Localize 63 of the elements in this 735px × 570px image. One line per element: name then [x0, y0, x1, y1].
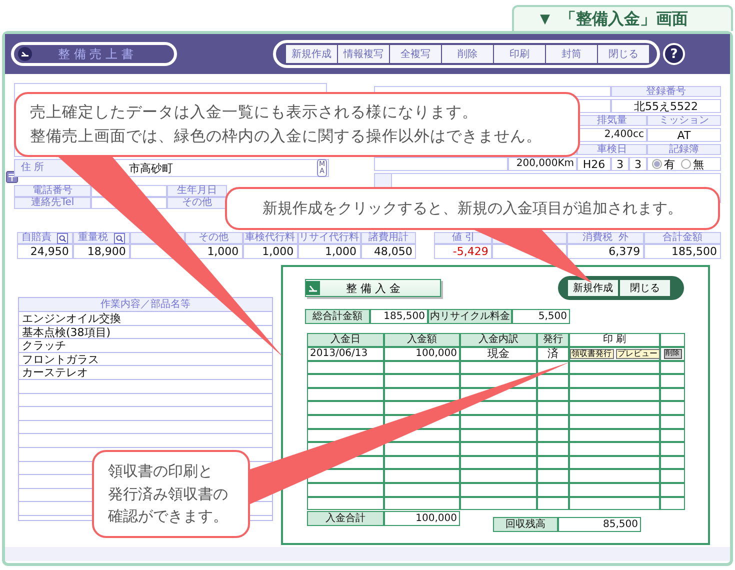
window-title: 整 備 売 上 書: [58, 46, 134, 62]
cost-value: 6,379: [567, 244, 644, 259]
cost-value: 1,000: [298, 244, 361, 259]
cost-label: その他: [198, 233, 229, 243]
tax-tag: 外: [618, 233, 629, 243]
cost-label: 自賠責: [21, 233, 52, 243]
payment-sum-value: 100,000: [384, 511, 460, 526]
total-value: 185,500: [370, 309, 428, 324]
transmission-value: AT: [647, 128, 721, 142]
cost-label: 合計金額: [662, 233, 703, 243]
callout-text: 確認ができます。: [108, 506, 228, 528]
other-label: その他: [167, 197, 227, 209]
cost-value: 48,050: [360, 244, 416, 259]
cost-label: 車検代行料: [245, 233, 296, 243]
triangle-marker: ▼: [540, 12, 550, 26]
amount-cell: 100,000: [384, 347, 460, 361]
record-label: 記録簿: [647, 144, 721, 155]
column-header: 入金額: [384, 333, 460, 347]
callout-text: 新規作成をクリックすると、新規の入金項目が追加されます。: [262, 199, 682, 218]
inspection-month: 3: [611, 157, 629, 171]
cost-label: リサイ代行料: [299, 233, 360, 243]
cost-label: 消費税: [582, 233, 613, 243]
panel-title-text: 整 備 入 金: [346, 280, 400, 296]
screen-title: 「整備入金」画面: [560, 8, 688, 30]
total-label: 総合計金額: [305, 309, 370, 324]
cost-value: 185,500: [644, 244, 721, 259]
inspection-label: 車検日: [577, 144, 647, 155]
callout-text: 売上確定したデータは入金一覧にも表示される様になります。: [30, 102, 478, 124]
date-cell: 2013/06/13: [307, 347, 384, 361]
work-list-header: 作業内容／部品名等: [19, 298, 272, 312]
column-header: 入金日: [307, 333, 384, 347]
transmission-label: ミッション: [647, 115, 721, 126]
cost-value: 24,950: [17, 244, 73, 259]
cost-label: 値 引: [452, 233, 475, 243]
radio-label: 有: [664, 158, 675, 170]
column-header: 入金内訳: [460, 333, 537, 347]
radio-label: 無: [693, 158, 704, 170]
balance-label: 回収残高: [493, 517, 558, 532]
balance-value: 85,500: [558, 517, 641, 532]
displacement-label: 排気量: [577, 115, 647, 126]
mileage-value: 200,000Km: [508, 157, 577, 171]
cost-value: 18,900: [72, 244, 130, 259]
issued-cell: 済: [537, 347, 569, 361]
contact-label: 連絡先Tel: [14, 197, 91, 209]
inspection-day: 3: [629, 157, 647, 171]
payment-sum-label: 入金合計: [307, 511, 384, 526]
inspection-era: H26: [577, 157, 611, 171]
cost-value: -5,429: [434, 244, 492, 259]
column-header: 印 刷: [569, 333, 660, 347]
column-header: 発行: [537, 333, 569, 347]
phone-label: 電話番号: [14, 185, 91, 197]
callout-text: 発行済み領収書の: [108, 484, 228, 505]
recycle-value: 5,500: [512, 309, 570, 324]
callout-text: 整備売上画面では、緑色の枠内の入金に関する操作以外はできません。: [30, 126, 542, 146]
callout-text: 領収書の印刷と: [108, 461, 213, 482]
registration-value: 北55え5522: [611, 99, 721, 113]
cost-label: 重量税: [78, 233, 108, 243]
recycle-label: 内リサイクル料金: [428, 309, 512, 324]
type-cell: 現金: [460, 347, 537, 361]
registration-label: 登録番号: [611, 86, 721, 97]
cost-label: 諸費用計: [368, 233, 408, 243]
cost-value: 1,000: [242, 244, 298, 259]
birthday-label: 生年月日: [167, 185, 227, 197]
